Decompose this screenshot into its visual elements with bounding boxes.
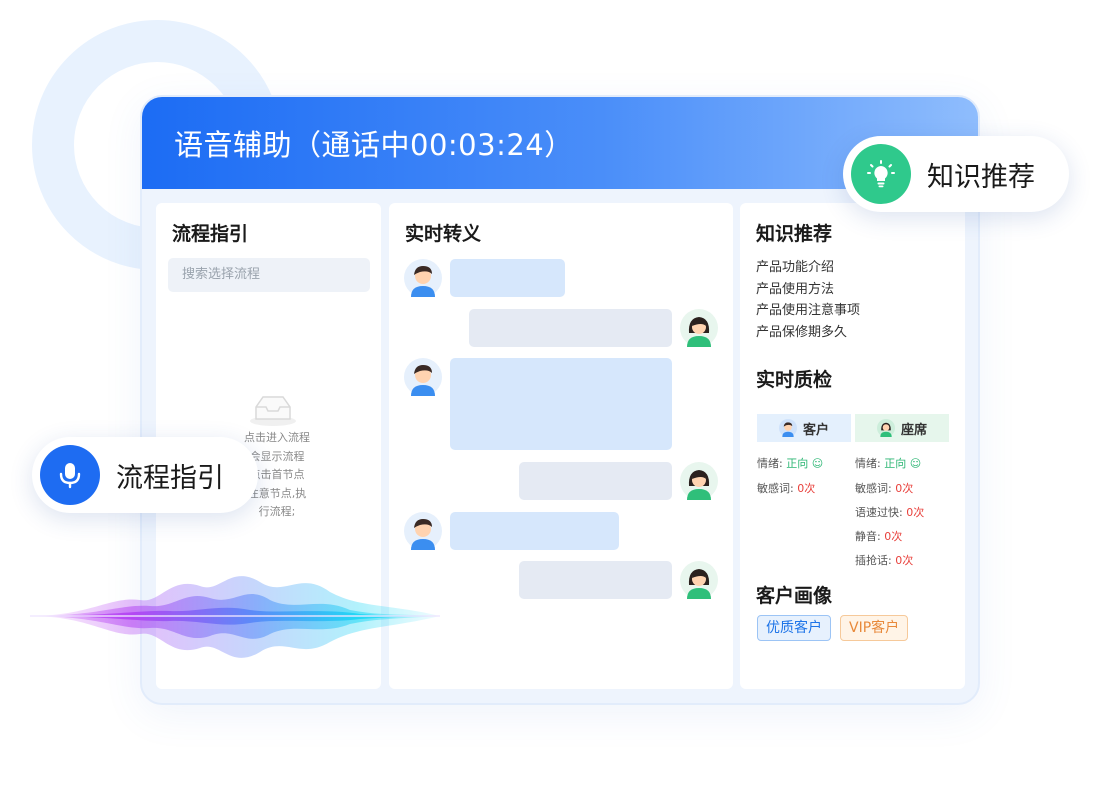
agent-avatar-icon (680, 561, 718, 599)
interrupt-value: 0次 (895, 554, 914, 567)
knowledge-badge[interactable]: 知识推荐 (843, 136, 1069, 212)
knowledge-item[interactable]: 产品使用注意事项 (756, 300, 860, 322)
silence-label: 静音: (855, 530, 881, 543)
smile-icon: ☺ (811, 457, 824, 470)
customer-message-bubble (450, 512, 619, 550)
sound-wave-graphic (30, 576, 440, 658)
quality-customer-header[interactable]: 客户 (757, 414, 851, 442)
empty-hint-line: 点击进入流程 (244, 431, 310, 444)
agent-avatar-icon (680, 309, 718, 347)
customer-emotion-row: 情绪: 正向 ☺ (757, 455, 823, 471)
emotion-label: 情绪: (757, 457, 783, 470)
customer-avatar-icon (404, 512, 442, 550)
customer-message-bubble (450, 259, 565, 297)
silence-value: 0次 (884, 530, 903, 543)
sensitive-value: 0次 (797, 482, 816, 495)
transcript-panel: 实时转义 (389, 203, 733, 689)
customer-avatar-icon (778, 419, 797, 437)
profile-tag[interactable]: 优质客户 (757, 615, 831, 641)
knowledge-list: 产品功能介绍 产品使用方法 产品使用注意事项 产品保修期多久 (756, 257, 860, 343)
agent-interrupt-row: 插抢话: 0次 (855, 552, 913, 568)
emotion-value: 正向 (786, 457, 809, 470)
agent-message-bubble (519, 561, 672, 599)
agent-sensitive-row: 敏感词: 0次 (855, 480, 913, 496)
window-title: 语音辅助（通话中00:03:24） (174, 128, 574, 162)
agent-speed-row: 语速过快: 0次 (855, 504, 924, 520)
agent-message-bubble (519, 462, 672, 500)
sensitive-label: 敏感词: (855, 482, 892, 495)
profile-title: 客户画像 (756, 585, 833, 607)
agent-silence-row: 静音: 0次 (855, 528, 902, 544)
profile-tag[interactable]: VIP客户 (840, 615, 909, 641)
empty-hint-line: 行流程; (258, 505, 296, 518)
emotion-value: 正向 (884, 457, 907, 470)
knowledge-title: 知识推荐 (756, 223, 833, 245)
empty-inbox-icon (250, 396, 296, 426)
flow-search-input[interactable]: 搜索选择流程 (168, 258, 370, 292)
knowledge-item[interactable]: 产品保修期多久 (756, 322, 860, 344)
quality-agent-label: 座席 (900, 422, 927, 438)
speed-value: 0次 (906, 506, 925, 519)
sensitive-label: 敏感词: (757, 482, 794, 495)
emotion-label: 情绪: (855, 457, 881, 470)
flow-badge[interactable]: 流程指引 (32, 437, 258, 513)
lightbulb-icon (851, 144, 911, 204)
assist-panel: 知识推荐 产品功能介绍 产品使用方法 产品使用注意事项 产品保修期多久 实时质检… (740, 203, 965, 689)
agent-message-bubble (469, 309, 672, 347)
microphone-icon (40, 445, 100, 505)
customer-avatar-icon (404, 259, 442, 297)
quality-customer-label: 客户 (802, 422, 829, 438)
knowledge-item[interactable]: 产品功能介绍 (756, 257, 860, 279)
knowledge-badge-label: 知识推荐 (927, 161, 1035, 193)
customer-message-bubble (450, 358, 672, 450)
transcript-title: 实时转义 (405, 223, 482, 245)
quality-agent-header[interactable]: 座席 (855, 414, 949, 442)
customer-avatar-icon (404, 358, 442, 396)
interrupt-label: 插抢话: (855, 554, 892, 567)
agent-avatar-icon (680, 462, 718, 500)
quality-title: 实时质检 (756, 369, 833, 391)
flow-badge-label: 流程指引 (116, 462, 224, 494)
agent-emotion-row: 情绪: 正向 ☺ (855, 455, 921, 471)
agent-avatar-icon (876, 419, 895, 437)
speed-label: 语速过快: (855, 506, 903, 519)
knowledge-item[interactable]: 产品使用方法 (756, 279, 860, 301)
sensitive-value: 0次 (895, 482, 914, 495)
customer-sensitive-row: 敏感词: 0次 (757, 480, 815, 496)
flow-guide-title: 流程指引 (172, 223, 249, 245)
smile-icon: ☺ (909, 457, 922, 470)
